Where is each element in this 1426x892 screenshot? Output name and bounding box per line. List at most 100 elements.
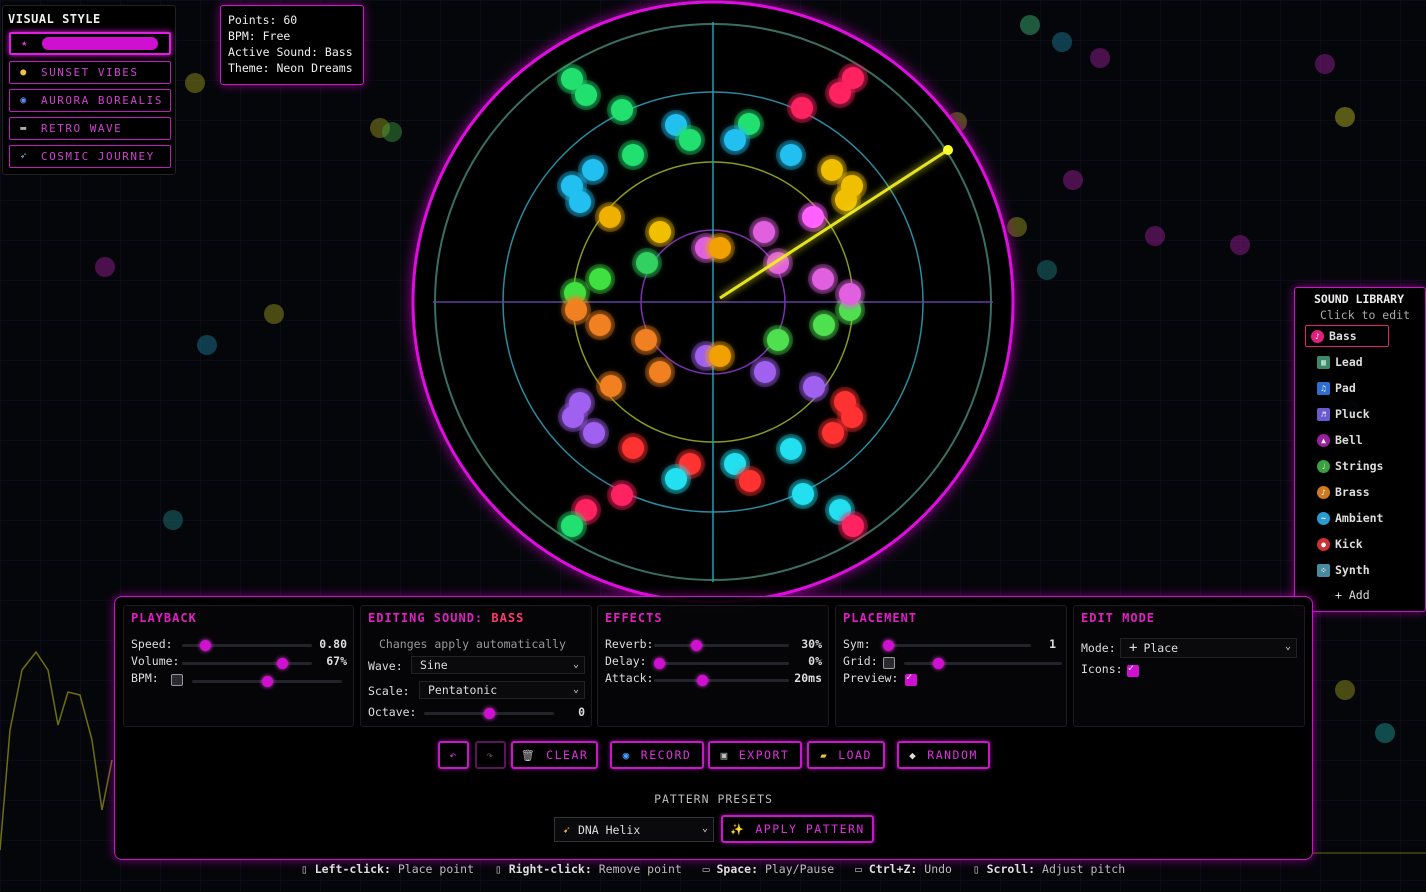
icons-checkbox[interactable] — [1127, 663, 1139, 677]
sequencer-point[interactable] — [649, 221, 671, 243]
sequencer-point[interactable] — [562, 406, 584, 428]
grid-slider[interactable] — [904, 658, 1062, 669]
reverb-label: Reverb: — [605, 637, 654, 651]
playhead-tip[interactable] — [943, 145, 953, 155]
sequencer-point[interactable] — [803, 376, 825, 398]
apply-pattern-button[interactable]: ✨ APPLY PATTERN — [721, 815, 874, 843]
sequencer-point[interactable] — [834, 391, 856, 413]
sequencer-point[interactable] — [575, 84, 597, 106]
octave-slider-knob[interactable] — [483, 708, 495, 719]
sequencer-point[interactable] — [739, 470, 761, 492]
selected-style-indicator — [42, 37, 158, 50]
sequencer-point[interactable] — [724, 129, 746, 151]
grid-checkbox[interactable] — [883, 657, 895, 669]
sequencer-point[interactable] — [842, 67, 864, 89]
style-cosmic-journey-button[interactable]: ➶ COSMIC JOURNEY — [9, 145, 171, 168]
sound-item-ambient[interactable]: ~ Ambient — [1305, 507, 1389, 529]
bpm-checkbox[interactable] — [171, 674, 183, 686]
mode-select[interactable]: + Place ⌄ — [1120, 638, 1297, 658]
sequencer-point[interactable] — [649, 361, 671, 383]
delay-slider[interactable] — [654, 658, 789, 669]
sequencer-point[interactable] — [622, 437, 644, 459]
sequencer-point[interactable] — [767, 329, 789, 351]
grid-slider-knob[interactable] — [933, 658, 945, 669]
record-button[interactable]: ◉ RECORD — [610, 741, 704, 769]
random-button[interactable]: ◆ RANDOM — [897, 741, 990, 769]
sequencer-point[interactable] — [583, 422, 605, 444]
clear-button[interactable]: 🗑 CLEAR — [511, 741, 598, 769]
icons-label: Icons: — [1081, 662, 1123, 676]
volume-slider-knob[interactable] — [277, 658, 289, 669]
sound-item-pad[interactable]: ♫ Pad — [1305, 377, 1389, 399]
sequencer-point[interactable] — [709, 237, 731, 259]
sequencer-point[interactable] — [582, 159, 604, 181]
style-neon-dreams-button[interactable]: ★ — [9, 32, 171, 55]
sequencer-point[interactable] — [839, 283, 861, 305]
sequencer-point[interactable] — [589, 268, 611, 290]
sequencer-point[interactable] — [754, 361, 776, 383]
attack-slider-knob[interactable] — [697, 675, 709, 686]
chevron-down-icon: ⌄ — [1284, 641, 1291, 652]
delay-slider-knob[interactable] — [654, 658, 665, 669]
symmetry-slider[interactable] — [883, 640, 1031, 651]
sequencer-point[interactable] — [561, 515, 583, 537]
sequencer-point[interactable] — [622, 144, 644, 166]
sound-item-bell[interactable]: ▲ Bell — [1305, 429, 1389, 451]
add-sound-button[interactable]: + Add — [1335, 588, 1370, 602]
sequencer-point[interactable] — [611, 99, 633, 121]
scale-select[interactable]: Pentatonic ⌄ — [419, 681, 585, 699]
reverb-slider-knob[interactable] — [691, 640, 703, 651]
speed-slider-knob[interactable] — [199, 640, 211, 651]
sound-item-pluck[interactable]: ♬ Pluck — [1305, 403, 1389, 425]
export-button[interactable]: ▣ EXPORT — [708, 741, 802, 769]
sequencer-point[interactable] — [599, 206, 621, 228]
dna-icon: ➹ — [563, 822, 570, 837]
load-button[interactable]: ▰ LOAD — [807, 741, 885, 769]
style-retro-wave-button[interactable]: ▬ RETRO WAVE — [9, 117, 171, 140]
undo-button[interactable]: ↶ — [438, 741, 469, 769]
sequencer-point[interactable] — [753, 221, 775, 243]
wave-select[interactable]: Sine ⌄ — [411, 656, 585, 674]
speed-slider[interactable] — [182, 640, 312, 651]
sound-item-kick[interactable]: ● Kick — [1305, 533, 1389, 555]
sound-item-brass[interactable]: ♪ Brass — [1305, 481, 1389, 503]
sequencer-point[interactable] — [600, 375, 622, 397]
sequencer-point[interactable] — [709, 345, 731, 367]
grid-label: Grid: — [843, 654, 878, 668]
sound-item-synth[interactable]: ⁘ Synth — [1305, 559, 1389, 581]
sequencer-point[interactable] — [635, 329, 657, 351]
sequencer-point[interactable] — [565, 299, 587, 321]
sound-item-bass[interactable]: ♪ Bass — [1305, 325, 1389, 347]
radial-sequencer[interactable] — [411, 0, 1015, 604]
sequencer-point[interactable] — [611, 484, 633, 506]
bpm-slider[interactable] — [192, 676, 342, 687]
symmetry-slider-knob[interactable] — [883, 640, 894, 651]
sequencer-point[interactable] — [679, 129, 701, 151]
bpm-slider-knob[interactable] — [261, 676, 273, 687]
sequencer-point[interactable] — [812, 268, 834, 290]
sequencer-point[interactable] — [813, 314, 835, 336]
sequencer-point[interactable] — [780, 144, 802, 166]
sound-item-lead[interactable]: ▥ Lead — [1305, 351, 1389, 373]
sound-item-strings[interactable]: ♩ Strings — [1305, 455, 1389, 477]
attack-slider[interactable] — [654, 675, 789, 686]
sequencer-point[interactable] — [791, 97, 813, 119]
octave-slider[interactable] — [424, 708, 554, 719]
sequencer-point[interactable] — [665, 468, 687, 490]
sequencer-point[interactable] — [569, 191, 591, 213]
sequencer-point[interactable] — [780, 438, 802, 460]
sequencer-point[interactable] — [821, 159, 843, 181]
redo-button[interactable]: ↷ — [475, 741, 506, 769]
sound-label: Brass — [1335, 485, 1370, 499]
preview-checkbox[interactable] — [905, 672, 917, 686]
sequencer-point[interactable] — [792, 483, 814, 505]
style-sunset-vibes-button[interactable]: ● SUNSET VIBES — [9, 61, 171, 84]
sequencer-point[interactable] — [636, 252, 658, 274]
sequencer-point[interactable] — [842, 515, 864, 537]
sequencer-point[interactable] — [589, 314, 611, 336]
volume-slider[interactable] — [182, 658, 312, 669]
sequencer-point[interactable] — [802, 206, 824, 228]
style-aurora-borealis-button[interactable]: ◉ AURORA BOREALIS — [9, 89, 171, 112]
reverb-slider[interactable] — [654, 640, 789, 651]
preset-select[interactable]: ➹ DNA Helix ⌄ — [554, 817, 714, 842]
